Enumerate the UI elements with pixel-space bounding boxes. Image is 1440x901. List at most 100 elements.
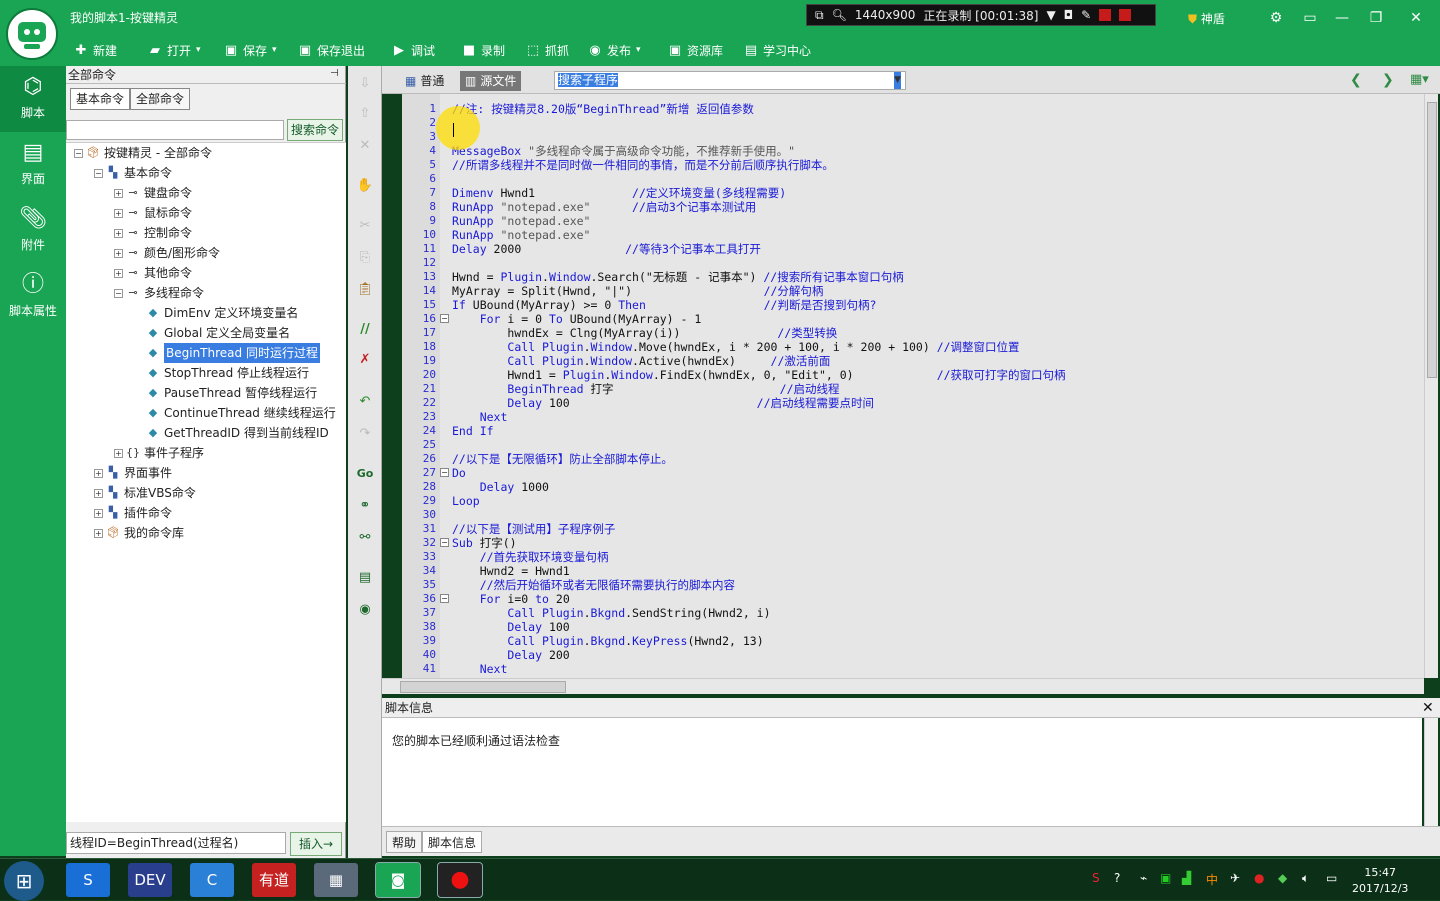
code-line[interactable]: BeginThread 打字 //启动线程 — [452, 382, 839, 396]
toolbar-button-3[interactable]: ▣ 保存退出 — [298, 40, 365, 60]
search-command-button[interactable]: 搜索命令 — [287, 119, 343, 141]
tray-icon[interactable]: ⌁ — [1140, 871, 1147, 885]
taskbar-app-devexpress[interactable]: DEV — [128, 863, 172, 897]
vscroll-thumb[interactable] — [1427, 102, 1437, 378]
expand-icon[interactable]: + — [114, 268, 123, 278]
expand-icon[interactable]: + — [114, 248, 123, 258]
tree-node[interactable]: + ▚ 界面事件 — [94, 463, 172, 483]
code-line[interactable]: Hwnd2 = Hwnd1 — [452, 564, 570, 578]
tab-source[interactable]: ▥ 源文件 — [460, 71, 522, 91]
back-icon[interactable]: ❮ — [1350, 72, 1362, 88]
form-icon[interactable]: ▤ — [355, 568, 375, 588]
expand-icon[interactable]: + — [114, 228, 123, 238]
command-search-input[interactable] — [66, 120, 284, 140]
goto-icon[interactable]: Go — [355, 464, 375, 484]
collapse-icon[interactable]: − — [74, 148, 83, 158]
expand-icon[interactable]: + — [114, 208, 123, 218]
code-line[interactable]: MessageBox "多线程命令属于高级命令功能，不推荐新手使用。" — [452, 144, 795, 158]
tab-normal[interactable]: ▦ 普通 — [400, 71, 449, 91]
replace-icon[interactable]: ⚯ — [355, 528, 375, 548]
expand-icon[interactable]: + — [94, 508, 103, 518]
volume-icon[interactable]: 🔈︎ — [1302, 871, 1309, 886]
code-line[interactable]: RunApp "notepad.exe" — [452, 228, 590, 242]
layout-icon[interactable]: ▦▾ — [1410, 72, 1429, 87]
code-line[interactable]: Hwnd1 = Plugin.Window.FindEx(hwndEx, 0, … — [452, 368, 1065, 382]
tab-basic-commands[interactable]: 基本命令 — [70, 88, 131, 110]
nav-item-3[interactable]: ⓘ 脚本属性 — [0, 264, 66, 330]
code-line[interactable]: Next — [452, 410, 508, 424]
tree-node[interactable]: ◆ DimEnv 定义环境变量名 — [134, 303, 299, 323]
view-icon[interactable]: ◉ — [355, 600, 375, 620]
window-icon[interactable]: ⧉ — [815, 8, 824, 23]
code-line[interactable]: Call Plugin.Bkgnd.KeyPress(Hwnd2, 13) — [452, 634, 763, 648]
nav-item-2[interactable]: 📎︎ 附件 — [0, 198, 66, 264]
collapse-icon[interactable]: − — [114, 288, 123, 298]
code-line[interactable]: For i = 0 To UBound(MyArray) - 1 — [452, 312, 702, 326]
forward-icon[interactable]: ❯ — [1382, 72, 1394, 88]
find-icon[interactable]: ⚭ — [355, 496, 375, 516]
tree-node[interactable]: + ⊸ 键盘命令 — [114, 183, 192, 203]
taskbar-app-anjian[interactable]: ◙ — [375, 862, 421, 898]
taskbar-app-recorder[interactable]: ● — [437, 862, 483, 898]
toolbar-button-9[interactable]: ▤ 学习中心 — [744, 40, 811, 60]
code-line[interactable]: For i=0 to 20 — [452, 592, 570, 606]
tab-all-commands[interactable]: 全部命令 — [130, 88, 191, 110]
taskbar-app-calculator[interactable]: ▦ — [314, 863, 358, 897]
tree-node[interactable]: + ⊸ 控制命令 — [114, 223, 192, 243]
code-line[interactable]: //以下是【测试用】子程序例子 — [452, 522, 615, 536]
tree-node[interactable]: − ⊸ 多线程命令 — [114, 283, 204, 303]
code-line[interactable]: Dimenv Hwnd1 //定义环境变量(多线程需要) — [452, 186, 786, 200]
code-editor[interactable]: //注: 按键精灵8.20版“BeginThread”新增 返回值参数 Messa… — [440, 94, 1424, 690]
tree-node[interactable]: + ⊸ 其他命令 — [114, 263, 192, 283]
dropdown-icon[interactable]: ▼ — [1046, 8, 1055, 22]
fold-icon[interactable]: − — [440, 314, 449, 323]
pause-icon[interactable] — [1099, 9, 1112, 21]
toolbar-button-6[interactable]: ⬚ 抓抓 — [526, 40, 569, 60]
taskbar-app-sogou[interactable]: S — [66, 863, 110, 897]
code-line[interactable]: Call Plugin.Bkgnd.SendString(Hwnd2, i) — [452, 606, 770, 620]
editor-hscrollbar[interactable] — [382, 678, 1424, 694]
code-line[interactable]: Sub 打字() — [452, 536, 517, 550]
action-center-icon[interactable]: ▭ — [1326, 871, 1337, 885]
code-line[interactable]: //注: 按键精灵8.20版“BeginThread”新增 返回值参数 — [452, 102, 754, 116]
code-line[interactable]: Delay 100 — [452, 620, 569, 634]
taskbar-app-youdao[interactable]: 有道 — [252, 863, 296, 897]
nvidia-icon[interactable]: ◆ — [1278, 871, 1287, 885]
record-tray-icon[interactable]: ● — [1254, 871, 1264, 885]
editor-vscrollbar[interactable] — [1424, 94, 1438, 678]
uncomment-icon[interactable]: ✗ — [355, 350, 375, 370]
copy-icon[interactable]: ⎘ — [355, 248, 375, 268]
input-method-icon[interactable]: 中 — [1206, 871, 1218, 888]
code-line[interactable]: Next — [452, 662, 508, 676]
expand-icon[interactable]: + — [94, 528, 103, 538]
stop-icon[interactable] — [1119, 9, 1132, 21]
toolbar-button-5[interactable]: ■ 录制 — [462, 40, 505, 60]
expand-icon[interactable]: + — [114, 188, 123, 198]
nav-item-1[interactable]: ▤ 界面 — [0, 132, 66, 198]
code-line[interactable]: Do — [452, 466, 466, 480]
redo-icon[interactable]: ↷ — [355, 424, 375, 444]
network-icon[interactable]: ✈ — [1230, 871, 1240, 885]
tree-node[interactable]: − 📦︎ 按键精灵 - 全部命令 — [74, 143, 212, 163]
subroutine-search[interactable]: 搜索子程序 ▼ — [554, 71, 906, 90]
tree-node[interactable]: ◆ ContinueThread 继续线程运行 — [134, 403, 336, 423]
code-line[interactable]: //所谓多线程并不是同时做一件相同的事情，而是不分前后顺序执行脚本。 — [452, 158, 834, 172]
code-line[interactable]: hwndEx = Clng(MyArray(i)) //类型转换 — [452, 326, 837, 340]
clock[interactable]: 15:47 2017/12/3 — [1352, 865, 1408, 897]
code-line[interactable]: End If — [452, 424, 494, 438]
taskbar-app-app-c[interactable]: C — [190, 863, 234, 897]
move-up-icon[interactable]: ⇧ — [355, 104, 375, 124]
paste-icon[interactable]: 📋︎ — [355, 280, 375, 300]
close-icon[interactable]: ✕ — [1422, 700, 1434, 716]
nav-item-0[interactable]: ⌬ 脚本 — [0, 66, 66, 132]
code-line[interactable]: //首先获取环境变量句柄 — [452, 550, 609, 564]
zoom-icon[interactable]: 🔍︎ — [832, 8, 847, 22]
info-vscrollbar[interactable] — [1424, 718, 1438, 826]
code-line[interactable]: RunApp "notepad.exe" — [452, 214, 590, 228]
tree-node[interactable]: + 📦︎ 我的命令库 — [94, 523, 184, 543]
pen-icon[interactable]: ✎ — [1081, 8, 1091, 22]
close-icon[interactable]: ✕ — [1406, 8, 1426, 28]
expand-icon[interactable]: + — [94, 488, 103, 498]
toolbar-button-1[interactable]: ▰ 打开 ▾ — [148, 40, 201, 60]
help-icon[interactable]: ? — [1114, 871, 1120, 885]
